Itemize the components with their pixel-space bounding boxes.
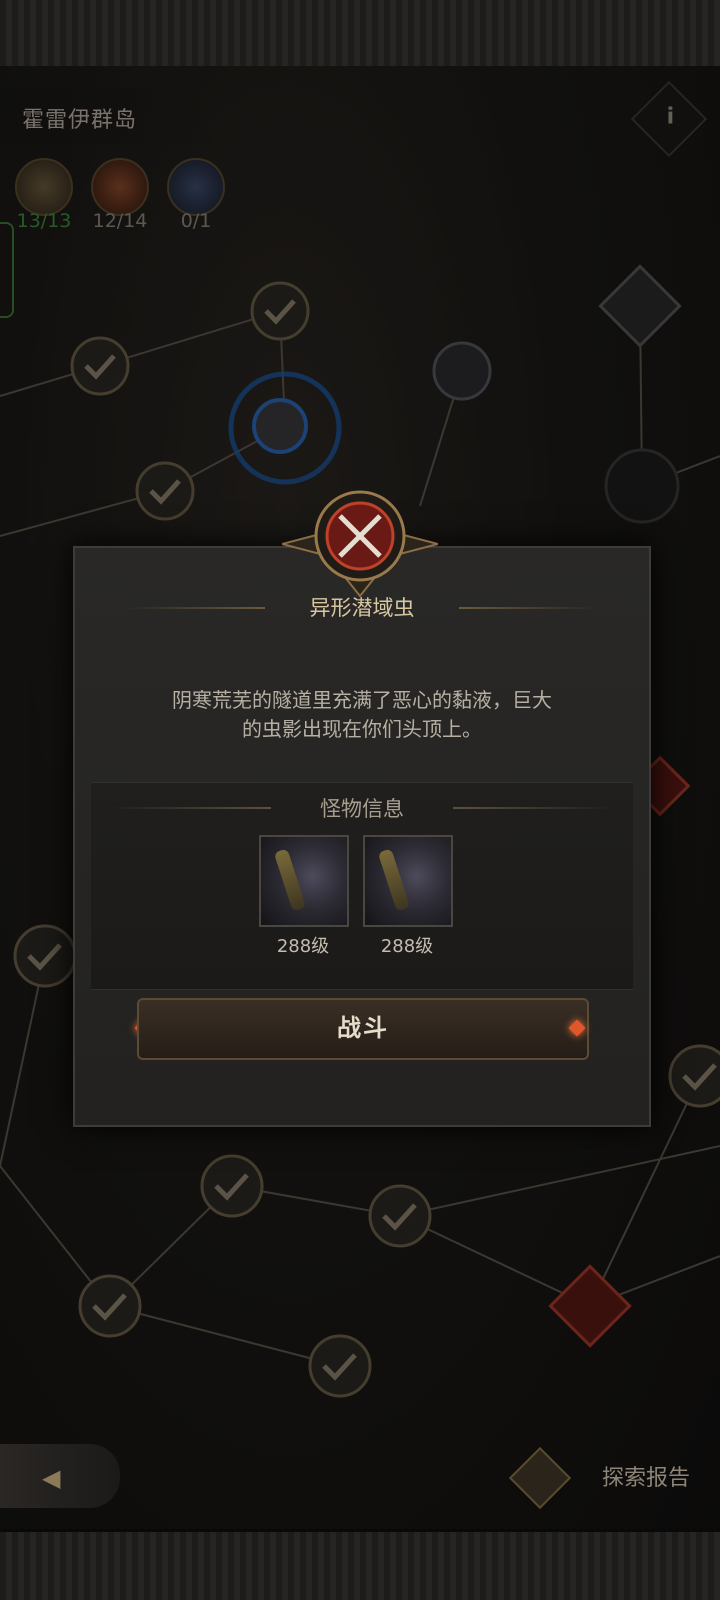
description-line-1: 阴寒荒芜的隧道里充满了恶心的黏液，巨大 [172, 688, 552, 712]
back-arrow-icon: ◀ [42, 1464, 61, 1492]
crossed-swords-icon [282, 490, 438, 598]
monster-card[interactable]: 288级 [363, 835, 453, 958]
encounter-description: 阴寒荒芜的隧道里充满了恶心的黏液，巨大 的虫影出现在你们头顶上。 [135, 686, 589, 744]
monster-level: 288级 [380, 936, 434, 957]
fight-button[interactable]: 战斗 [137, 998, 589, 1060]
worm-monster-icon [363, 835, 453, 927]
monster-level: 288级 [276, 936, 330, 957]
title-divider-right [459, 607, 599, 609]
monster-card[interactable]: 288级 [259, 835, 349, 958]
exploration-report-label: 探索报告 [602, 1466, 691, 1491]
monster-info-section: 怪物信息 288级 288级 [91, 782, 633, 990]
description-line-2: 的虫影出现在你们头顶上。 [242, 717, 482, 741]
back-button[interactable]: ◀ [0, 1444, 120, 1508]
scroll-icon [508, 1446, 572, 1510]
bottom-frame [0, 1529, 720, 1600]
encounter-dialog: 异形潜域虫 阴寒荒芜的隧道里充满了恶心的黏液，巨大 的虫影出现在你们头顶上。 怪… [73, 546, 651, 1127]
monster-divider-right [453, 807, 613, 809]
top-frame [0, 0, 720, 69]
exploration-report-button[interactable]: 探索报告 [508, 1444, 720, 1510]
worm-monster-icon [259, 835, 349, 927]
